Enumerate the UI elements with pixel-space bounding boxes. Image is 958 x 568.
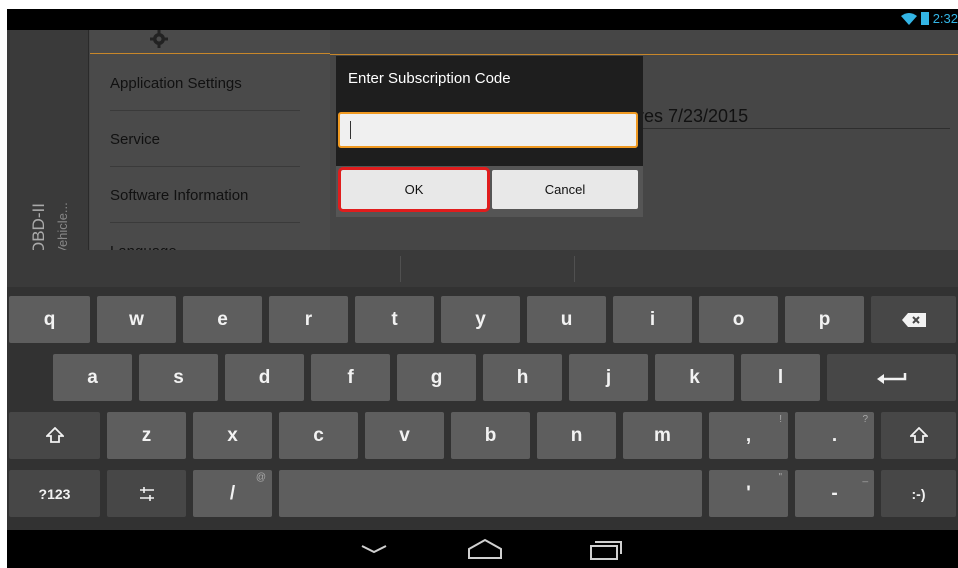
key-u[interactable]: u — [527, 296, 606, 343]
key-shift-right[interactable] — [881, 412, 956, 459]
key-f[interactable]: f — [311, 354, 390, 401]
wifi-icon — [900, 12, 917, 25]
settings-menu: Application Settings Service Software In… — [90, 30, 330, 279]
key-g[interactable]: g — [397, 354, 476, 401]
key-q[interactable]: q — [9, 296, 90, 343]
vehicle-panel[interactable]: OBD-II Vehicle... — [7, 30, 89, 260]
status-icons: 2:32 — [900, 11, 958, 26]
settings-sliders-icon — [139, 486, 154, 501]
key-r[interactable]: r — [269, 296, 348, 343]
text-cursor — [350, 121, 351, 139]
key-symbols[interactable]: ?123 — [9, 470, 100, 517]
settings-header — [90, 30, 330, 54]
key-slash[interactable]: / @ — [193, 470, 272, 517]
key-hint: ! — [779, 414, 782, 425]
dialog-button-bar: OK Cancel — [336, 166, 643, 217]
key-label: . — [831, 424, 838, 446]
subscription-dialog: Enter Subscription Code OK Cancel — [336, 56, 643, 217]
key-x[interactable]: x — [193, 412, 272, 459]
key-hint: _ — [862, 472, 868, 483]
key-j[interactable]: j — [569, 354, 648, 401]
divider — [330, 54, 958, 55]
key-s[interactable]: s — [139, 354, 218, 401]
key-k[interactable]: k — [655, 354, 734, 401]
key-emoticon[interactable]: :-) — [881, 470, 956, 517]
enter-icon — [876, 372, 906, 384]
divider — [574, 256, 575, 282]
key-z[interactable]: z — [107, 412, 186, 459]
battery-icon — [920, 12, 929, 25]
key-d[interactable]: d — [225, 354, 304, 401]
key-a[interactable]: a — [53, 354, 132, 401]
shift-icon — [909, 426, 928, 443]
vehicle-title: OBD-II — [29, 203, 48, 255]
key-v[interactable]: v — [365, 412, 444, 459]
key-backspace[interactable] — [871, 296, 956, 343]
menu-item-application-settings[interactable]: Application Settings — [110, 56, 300, 111]
back-down-icon[interactable] — [359, 538, 389, 558]
key-period[interactable]: . ? — [795, 412, 874, 459]
key-dash[interactable]: - _ — [795, 470, 874, 517]
key-hint: @ — [255, 472, 266, 483]
key-c[interactable]: c — [279, 412, 358, 459]
key-t[interactable]: t — [355, 296, 434, 343]
key-i[interactable]: i — [613, 296, 692, 343]
key-label: / — [229, 482, 236, 504]
recent-apps-icon[interactable] — [589, 538, 623, 560]
key-l[interactable]: l — [741, 354, 820, 401]
cancel-button[interactable]: Cancel — [492, 170, 638, 209]
shift-icon — [45, 426, 64, 443]
key-settings[interactable] — [107, 470, 186, 517]
dialog-title: Enter Subscription Code — [348, 70, 511, 87]
key-space[interactable] — [279, 470, 702, 517]
home-icon[interactable] — [467, 538, 503, 560]
gear-icon[interactable] — [148, 30, 170, 48]
key-hint: " — [778, 472, 782, 483]
backspace-icon — [901, 312, 926, 327]
menu-item-service[interactable]: Service — [110, 112, 300, 167]
key-h[interactable]: h — [483, 354, 562, 401]
key-comma[interactable]: , ! — [709, 412, 788, 459]
key-enter[interactable] — [827, 354, 956, 401]
subscription-code-input[interactable] — [338, 112, 638, 148]
key-label: , — [745, 424, 752, 446]
key-hint: ? — [862, 414, 868, 425]
suggestion-strip[interactable] — [7, 250, 958, 287]
key-p[interactable]: p — [785, 296, 864, 343]
key-y[interactable]: y — [441, 296, 520, 343]
subscription-expiry-text: res 7/23/2015 — [638, 106, 749, 126]
device-screen: 2:32 OBD-II Vehicle... Application Setti… — [7, 9, 958, 568]
navigation-bar — [7, 530, 958, 568]
key-b[interactable]: b — [451, 412, 530, 459]
key-label: ' — [746, 482, 751, 504]
key-label: - — [831, 482, 838, 504]
key-apostrophe[interactable]: ' " — [709, 470, 788, 517]
status-bar: 2:32 — [7, 9, 958, 30]
key-m[interactable]: m — [623, 412, 702, 459]
divider — [400, 256, 401, 282]
menu-item-software-information[interactable]: Software Information — [110, 168, 300, 223]
key-shift-left[interactable] — [9, 412, 100, 459]
soft-keyboard: q w e r t y u i o p a s d f g h j k l z … — [7, 250, 958, 530]
clock: 2:32 — [932, 11, 958, 26]
key-e[interactable]: e — [183, 296, 262, 343]
key-w[interactable]: w — [97, 296, 176, 343]
ok-button[interactable]: OK — [338, 167, 490, 212]
key-o[interactable]: o — [699, 296, 778, 343]
vehicle-subtitle: Vehicle... — [55, 202, 70, 255]
key-n[interactable]: n — [537, 412, 616, 459]
